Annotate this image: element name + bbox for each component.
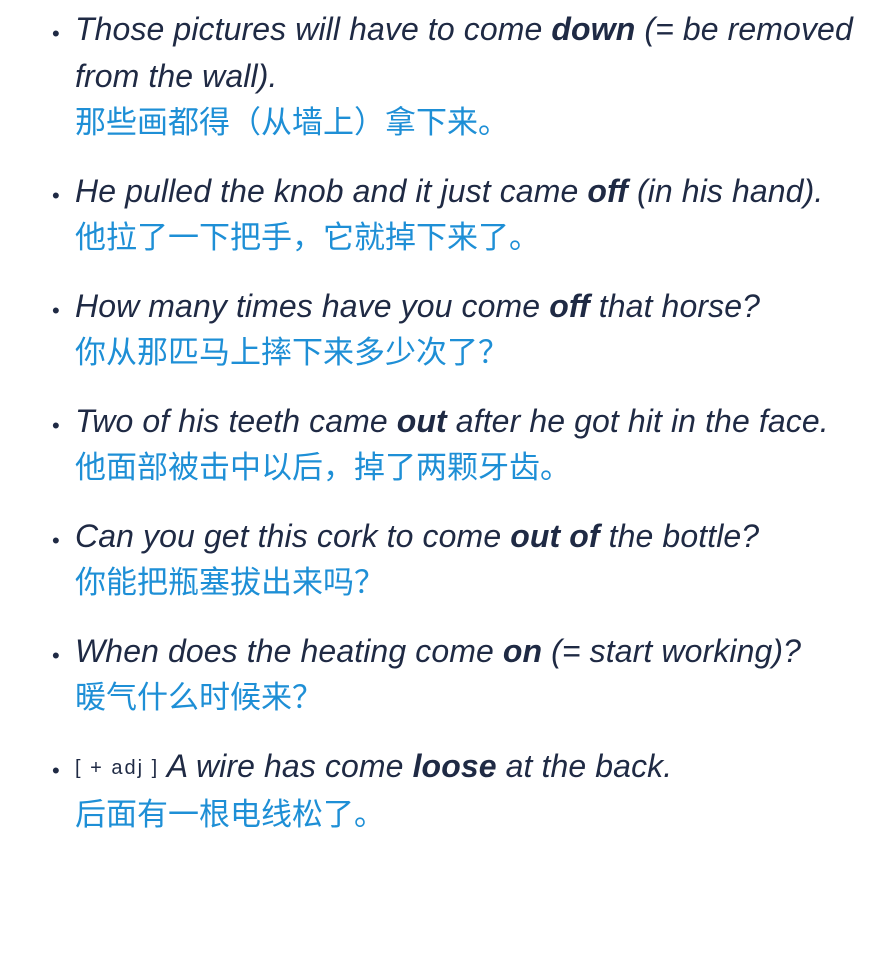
- grammar-label: [ + adj ]: [75, 757, 167, 779]
- example-sentence: Can you get this cork to come out of the…: [75, 518, 760, 554]
- example-translation: 那些画都得（从墙上）拿下来。: [75, 105, 509, 141]
- keyword: off: [549, 288, 590, 324]
- example-translation: 你从那匹马上摔下来多少次了？: [75, 335, 509, 371]
- example-sentence: Two of his teeth came out after he got h…: [75, 403, 829, 439]
- bullet-icon: •: [52, 183, 60, 208]
- example-translation: 你能把瓶塞拔出来吗？: [75, 565, 385, 601]
- example-item: • Those pictures will have to come down …: [0, 6, 896, 146]
- bullet-icon: •: [52, 758, 60, 783]
- example-sentence: Those pictures will have to come down (=…: [75, 11, 853, 94]
- example-list: • Those pictures will have to come down …: [0, 0, 896, 838]
- example-translation: 他拉了一下把手，它就掉下来了。: [75, 220, 540, 256]
- keyword: down: [551, 11, 636, 47]
- example-item: • Two of his teeth came out after he got…: [0, 398, 896, 491]
- example-sentence: [ + adj ] A wire has come loose at the b…: [75, 748, 673, 784]
- keyword: off: [587, 173, 628, 209]
- example-translation: 后面有一根电线松了。: [75, 797, 385, 833]
- example-item: • When does the heating come on (= start…: [0, 628, 896, 721]
- example-item: • Can you get this cork to come out of t…: [0, 513, 896, 606]
- keyword: out: [396, 403, 447, 439]
- example-sentence: How many times have you come off that ho…: [75, 288, 760, 324]
- keyword: out of: [510, 518, 600, 554]
- example-item: • He pulled the knob and it just came of…: [0, 168, 896, 261]
- bullet-icon: •: [52, 298, 60, 323]
- example-item: • [ + adj ] A wire has come loose at the…: [0, 743, 896, 838]
- keyword: on: [502, 633, 543, 669]
- bullet-icon: •: [52, 21, 60, 46]
- bullet-icon: •: [52, 528, 60, 553]
- example-item: • How many times have you come off that …: [0, 283, 896, 376]
- bullet-icon: •: [52, 643, 60, 668]
- example-sentence: He pulled the knob and it just came off …: [75, 173, 824, 209]
- example-sentence: When does the heating come on (= start w…: [75, 633, 802, 669]
- keyword: loose: [412, 748, 497, 784]
- example-translation: 他面部被击中以后，掉了两颗牙齿。: [75, 450, 571, 486]
- example-translation: 暖气什么时候来？: [75, 680, 323, 716]
- bullet-icon: •: [52, 413, 60, 438]
